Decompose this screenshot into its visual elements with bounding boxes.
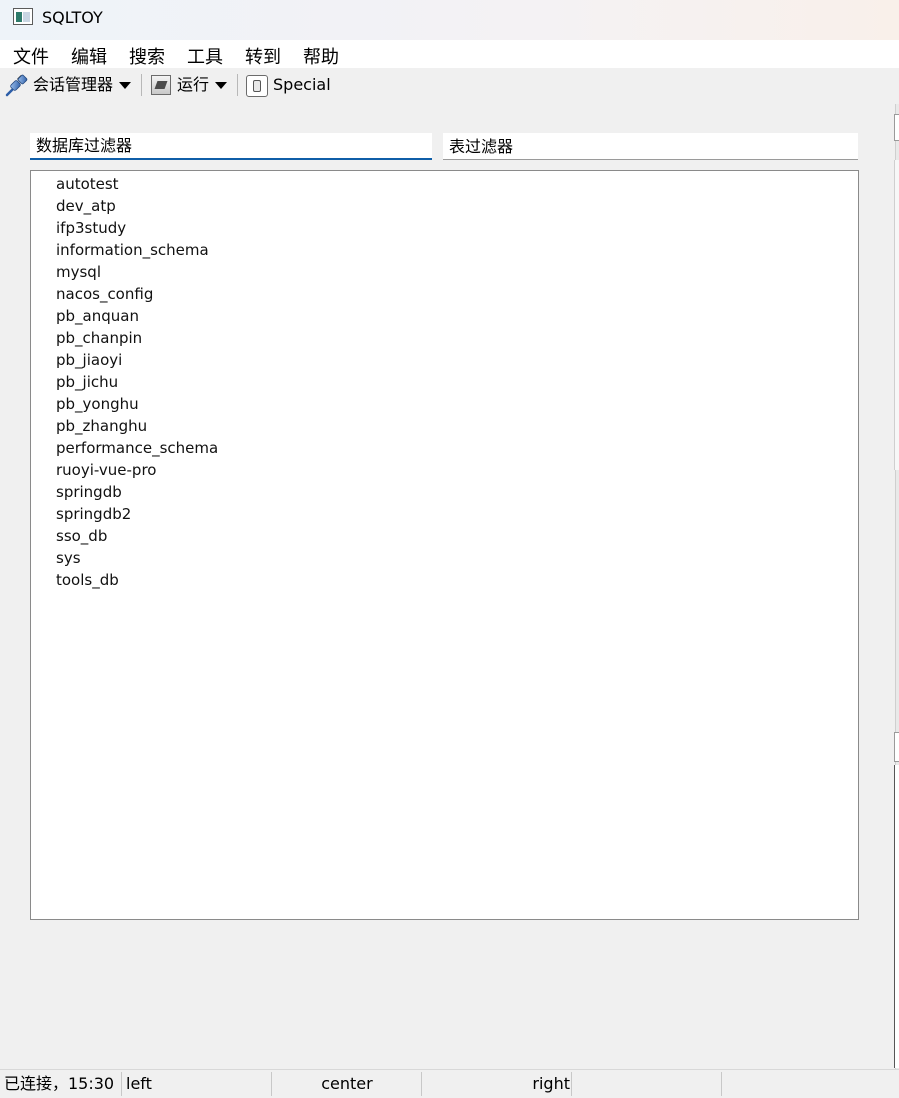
database-list-item[interactable]: autotest: [31, 173, 858, 195]
right-panel-area-fragment: [894, 160, 899, 470]
session-manager-label: 会话管理器: [33, 75, 114, 94]
menu-bar: 文件 编辑 搜索 工具 转到 帮助: [0, 40, 899, 68]
database-filter-input[interactable]: [30, 133, 432, 160]
database-list-item[interactable]: sso_db: [31, 525, 858, 547]
table-filter-input[interactable]: [443, 133, 858, 160]
status-center: center: [321, 1074, 373, 1093]
database-list[interactable]: autotest dev_atp ifp3study information_sche…: [30, 170, 859, 920]
database-list-item[interactable]: springdb2: [31, 503, 858, 525]
caret-down-icon: [119, 82, 132, 89]
menu-help[interactable]: 帮助: [301, 43, 341, 69]
run-label: 运行: [177, 75, 210, 94]
database-list-item[interactable]: pb_jiaoyi: [31, 349, 858, 371]
app-window-icon: [13, 8, 33, 25]
special-button[interactable]: Special: [273, 72, 331, 98]
menu-edit[interactable]: 编辑: [69, 43, 109, 69]
database-list-item[interactable]: pb_yonghu: [31, 393, 858, 415]
toolbar: [0, 68, 899, 102]
right-panel-tab-fragment[interactable]: [894, 732, 899, 762]
status-left: left: [126, 1074, 152, 1093]
database-list-item[interactable]: dev_atp: [31, 195, 858, 217]
menu-tools[interactable]: 工具: [185, 43, 225, 69]
status-right: right: [532, 1074, 570, 1093]
session-manager-button[interactable]: 会话管理器: [33, 72, 132, 98]
special-icon: [246, 75, 268, 97]
run-icon: [151, 75, 171, 95]
special-label: Special: [273, 75, 331, 94]
database-list-item[interactable]: sys: [31, 547, 858, 569]
plug-connection-icon: [5, 74, 28, 97]
database-list-item[interactable]: information_schema: [31, 239, 858, 261]
database-list-item[interactable]: mysql: [31, 261, 858, 283]
status-divider: [121, 1072, 122, 1096]
right-panel-editor-fragment[interactable]: [894, 765, 899, 1068]
database-list-item[interactable]: pb_anquan: [31, 305, 858, 327]
toolbar-separator: [141, 74, 142, 96]
title-bar: SQLTOY: [0, 0, 899, 40]
window-title: SQLTOY: [42, 8, 103, 27]
right-panel-input-fragment[interactable]: [894, 114, 899, 141]
database-list-item[interactable]: nacos_config: [31, 283, 858, 305]
menu-goto[interactable]: 转到: [243, 43, 283, 69]
status-divider: [571, 1072, 572, 1096]
database-list-item[interactable]: pb_zhanghu: [31, 415, 858, 437]
database-list-item[interactable]: springdb: [31, 481, 858, 503]
status-divider: [721, 1072, 722, 1096]
toolbar-separator: [237, 74, 238, 96]
menu-search[interactable]: 搜索: [127, 43, 167, 69]
database-list-item[interactable]: pb_chanpin: [31, 327, 858, 349]
database-list-item[interactable]: ruoyi-vue-pro: [31, 459, 858, 481]
caret-down-icon: [215, 82, 228, 89]
database-list-item[interactable]: pb_jichu: [31, 371, 858, 393]
menu-file[interactable]: 文件: [11, 43, 51, 69]
status-connection: 已连接，15:30: [4, 1074, 115, 1093]
database-list-item[interactable]: tools_db: [31, 569, 858, 591]
status-bar: 已连接，15:30 left center right: [0, 1069, 899, 1098]
run-button[interactable]: 运行: [177, 72, 228, 98]
database-list-item[interactable]: ifp3study: [31, 217, 858, 239]
database-list-item[interactable]: performance_schema: [31, 437, 858, 459]
